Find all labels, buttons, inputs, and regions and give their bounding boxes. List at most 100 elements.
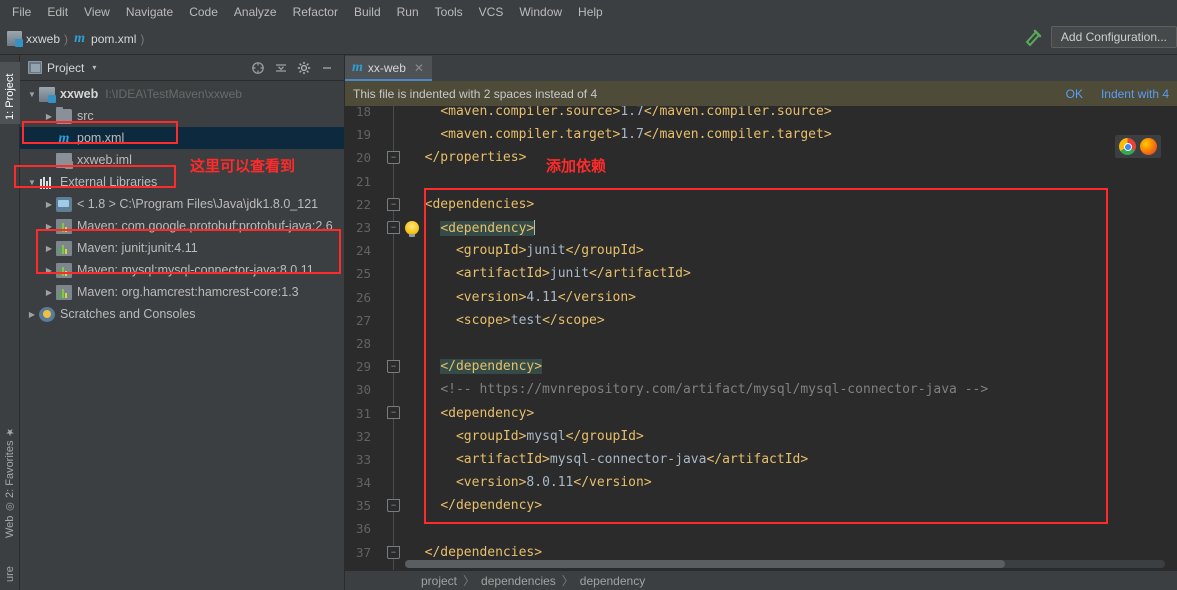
fold-gutter[interactable]: − xyxy=(379,494,409,518)
editor-tab-xx-web[interactable]: m xx-web ✕ xyxy=(345,56,432,81)
fold-marker-close-icon[interactable]: − xyxy=(387,499,400,513)
tree-expand-arrow-open[interactable]: ▼ xyxy=(26,90,38,99)
code-line[interactable]: 30 <!-- https://mvnrepository.com/artifa… xyxy=(345,378,1177,402)
fold-marker-close-icon[interactable]: − xyxy=(387,360,400,374)
menu-item-help[interactable]: Help xyxy=(570,3,611,21)
code-line[interactable]: 33 <artifactId>mysql-connector-java</art… xyxy=(345,447,1177,471)
code-line[interactable]: 29 − </dependency> xyxy=(345,355,1177,379)
tree-node-maven[interactable]: ▶ Maven: junit:junit:4.11 xyxy=(20,237,344,259)
fold-gutter[interactable] xyxy=(379,517,409,541)
code-line[interactable]: 28 xyxy=(345,331,1177,356)
fold-gutter[interactable]: − xyxy=(379,192,409,216)
select-opened-file-icon[interactable] xyxy=(251,61,265,75)
fold-gutter[interactable] xyxy=(379,123,409,147)
firefox-browser-icon[interactable] xyxy=(1140,138,1157,155)
code-line[interactable]: 32 <groupId>mysql</groupId> xyxy=(345,424,1177,448)
collapse-all-icon[interactable] xyxy=(274,61,288,75)
chevron-down-icon[interactable]: ▾ xyxy=(92,63,96,72)
menu-item-view[interactable]: View xyxy=(76,3,118,21)
code-line[interactable]: 34 <version>8.0.11</version> xyxy=(345,471,1177,495)
code-line[interactable]: 23 − <dependency> xyxy=(345,215,1177,240)
menu-item-build[interactable]: Build xyxy=(346,3,389,21)
menu-item-tools[interactable]: Tools xyxy=(427,3,471,21)
add-configuration-button[interactable]: Add Configuration... xyxy=(1050,26,1177,48)
tree-node-xxweb[interactable]: ▼ xxweb I:\IDEA\TestMaven\xxweb xyxy=(20,83,344,105)
tree-expand-arrow-closed[interactable]: ▶ xyxy=(43,266,55,275)
nav-crumb-pom[interactable]: m pom.xml xyxy=(72,31,136,46)
code-line[interactable]: 35 − </dependency> xyxy=(345,494,1177,518)
fold-gutter[interactable] xyxy=(379,424,409,448)
code-line[interactable]: 31 − <dependency> xyxy=(345,401,1177,425)
breadcrumb-item[interactable]: dependency xyxy=(580,574,645,588)
nav-crumb-project[interactable]: xxweb xyxy=(7,31,60,47)
fold-gutter[interactable] xyxy=(379,262,409,286)
fold-gutter[interactable]: − xyxy=(379,146,409,170)
tool-tab-project[interactable]: 1: Project xyxy=(0,62,20,124)
tree-node-scratches[interactable]: ▶ Scratches and Consoles xyxy=(20,303,344,325)
tree-node-pom.xml[interactable]: m pom.xml xyxy=(20,127,344,149)
settings-gear-icon[interactable] xyxy=(297,61,311,75)
fold-marker-open-icon[interactable]: − xyxy=(387,220,400,234)
tool-tab-web[interactable]: Web ◎ xyxy=(0,500,20,542)
fold-gutter[interactable]: − xyxy=(379,540,409,564)
code-line[interactable]: 19 <maven.compiler.target>1.7</maven.com… xyxy=(345,123,1177,147)
tree-expand-arrow-closed[interactable]: ▶ xyxy=(43,288,55,297)
code-line[interactable]: 27 <scope>test</scope> xyxy=(345,308,1177,332)
menu-item-navigate[interactable]: Navigate xyxy=(118,3,181,21)
code-line[interactable]: 22 − <dependencies> xyxy=(345,192,1177,216)
menu-item-vcs[interactable]: VCS xyxy=(471,3,512,21)
intention-bulb-icon[interactable] xyxy=(405,220,419,237)
breadcrumb-item[interactable]: dependencies xyxy=(481,574,556,588)
menu-item-file[interactable]: File xyxy=(4,3,39,21)
chrome-browser-icon[interactable] xyxy=(1119,138,1136,155)
tool-tab-ure[interactable]: ure xyxy=(0,556,20,586)
code-line[interactable]: 36 xyxy=(345,517,1177,541)
tree-node-src[interactable]: ▶ src xyxy=(20,105,344,127)
fold-marker-open-icon[interactable]: − xyxy=(387,197,400,211)
menu-item-code[interactable]: Code xyxy=(181,3,226,21)
fold-gutter[interactable] xyxy=(379,239,409,263)
editor-horizontal-scrollbar[interactable] xyxy=(405,560,1165,568)
fold-marker-open-icon[interactable]: − xyxy=(387,406,400,420)
tree-node-external[interactable]: ▼ External Libraries xyxy=(20,171,344,193)
tree-node-maven[interactable]: ▶ Maven: org.hamcrest:hamcrest-core:1.3 xyxy=(20,281,344,303)
menu-item-window[interactable]: Window xyxy=(511,3,570,21)
project-panel-title-group[interactable]: Project ▾ xyxy=(28,61,96,75)
menu-item-run[interactable]: Run xyxy=(389,3,427,21)
code-line[interactable]: 25 <artifactId>junit</artifactId> xyxy=(345,262,1177,286)
fold-gutter[interactable]: − xyxy=(379,355,409,379)
fold-gutter[interactable] xyxy=(379,331,409,356)
menu-item-edit[interactable]: Edit xyxy=(39,3,76,21)
code-editor[interactable]: 18 <maven.compiler.source>1.7</maven.com… xyxy=(345,106,1177,590)
fold-marker-close-icon[interactable]: − xyxy=(387,545,400,559)
fold-gutter[interactable]: − xyxy=(379,401,409,425)
fold-gutter[interactable] xyxy=(379,106,409,124)
notification-ok-link[interactable]: OK xyxy=(1066,87,1083,101)
fold-gutter[interactable] xyxy=(379,471,409,495)
close-icon[interactable]: ✕ xyxy=(414,61,424,75)
code-line[interactable]: 18 <maven.compiler.source>1.7</maven.com… xyxy=(345,106,1177,124)
tree-expand-arrow-closed[interactable]: ▶ xyxy=(26,310,38,319)
tree-expand-arrow-closed[interactable]: ▶ xyxy=(43,222,55,231)
fold-marker-close-icon[interactable]: − xyxy=(387,151,400,165)
tree-expand-arrow-closed[interactable]: ▶ xyxy=(43,200,55,209)
fold-gutter[interactable] xyxy=(379,378,409,402)
hide-panel-icon[interactable] xyxy=(320,61,334,75)
menu-item-analyze[interactable]: Analyze xyxy=(226,3,285,21)
tool-tab-favorites[interactable]: 2: Favorites ★ xyxy=(0,426,20,502)
fold-gutter[interactable] xyxy=(379,285,409,309)
tree-expand-arrow-closed[interactable]: ▶ xyxy=(43,244,55,253)
code-line[interactable]: 21 xyxy=(345,169,1177,193)
code-line[interactable]: 26 <version>4.11</version> xyxy=(345,285,1177,309)
menu-item-refactor[interactable]: Refactor xyxy=(285,3,346,21)
code-line[interactable]: 24 <groupId>junit</groupId> xyxy=(345,239,1177,263)
tree-node-maven[interactable]: ▶ Maven: com.google.protobuf:protobuf-jav… xyxy=(20,215,344,237)
tree-node-maven[interactable]: ▶ Maven: mysql:mysql-connector-java:8.0.1… xyxy=(20,259,344,281)
scrollbar-thumb[interactable] xyxy=(405,560,1005,568)
fold-gutter[interactable] xyxy=(379,169,409,193)
tree-node-xxweb.iml[interactable]: xxweb.iml xyxy=(20,149,344,171)
tree-expand-arrow-closed[interactable]: ▶ xyxy=(43,112,55,121)
tree-expand-arrow-open[interactable]: ▼ xyxy=(26,178,38,187)
tree-node-[interactable]: ▶ < 1.8 > C:\Program Files\Java\jdk1.8.0_… xyxy=(20,193,344,215)
build-hammer-icon[interactable] xyxy=(1023,26,1045,48)
